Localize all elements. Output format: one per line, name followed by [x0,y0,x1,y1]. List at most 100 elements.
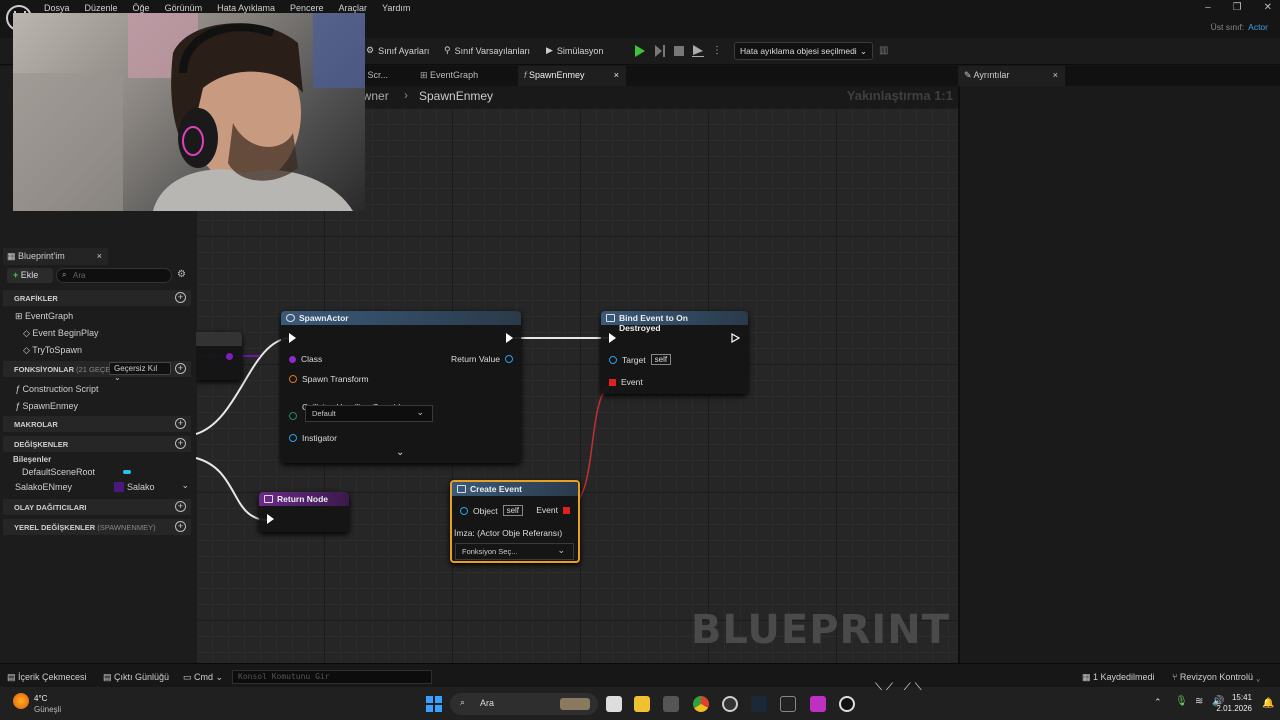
event-pin[interactable]: Event [609,377,643,387]
taskbar-search-label: Ara [480,698,495,708]
variable-salako-enemy[interactable]: SalakoENmey Salako ⌄ [15,480,191,492]
function-select-dropdown[interactable]: Fonksiyon Seç... ⌄ [455,543,574,560]
expand-pins-icon[interactable]: ⌄ [396,447,404,458]
section-graphs[interactable]: GRAFİKLER + [3,290,191,306]
spawn-actor-title: SpawnActor [299,313,349,323]
object-pin[interactable]: Object self [460,505,524,516]
unsaved-button[interactable]: ▦ 1 Kaydedilmedi [1082,672,1155,683]
task-view-icon[interactable] [606,696,622,712]
section-event-dispatchers[interactable]: OLAY DAĞITICILARI + [3,499,191,515]
tab-details[interactable]: ✎ Ayrıntılar × [958,66,1065,86]
spawn-transform-label: Spawn Transform [302,374,369,384]
target-pin[interactable]: Target self [609,354,672,365]
settings-gear-icon[interactable]: ⚙ [177,269,186,280]
chevron-down-icon: ⌄ [557,545,565,555]
create-event-node[interactable]: Create Event Object self Event İmza: (Ac… [450,480,580,563]
function-item-construction[interactable]: ƒ Construction Script [15,384,99,394]
output-log-button[interactable]: ▤ Çıktı Günlüğü [103,672,169,683]
taskbar-clock[interactable]: 15:41 2.01.2026 [1216,692,1252,714]
weather-widget[interactable]: 4°C Güneşli [34,693,61,715]
spawn-transform-pin[interactable]: Spawn Transform [289,374,369,384]
graph-item-try-to-spawn[interactable]: ◇ TryToSpawn [23,345,82,356]
microphone-icon[interactable]: 🎙 [1175,696,1188,707]
event-out-pin[interactable]: Event [536,505,570,515]
tab-my-blueprint[interactable]: ▦ Blueprint'im × [3,248,108,265]
add-macro-icon[interactable]: + [175,418,186,429]
exec-in-pin[interactable] [289,333,296,343]
section-local-variables[interactable]: YEREL DEĞİŞKENLER (SPAWNENMEY) + [3,519,191,535]
chevron-down-icon[interactable]: ⌄ [181,480,189,491]
return-node[interactable]: Return Node [259,492,349,532]
variable-type-swatch [114,482,124,492]
override-dropdown[interactable]: Geçersiz Kıl ⌄ [109,362,171,382]
exec-in-pin[interactable] [609,333,616,343]
chevron-down-icon: ⌄ [1255,672,1261,682]
book-icon: ▦ [7,251,19,261]
epic-games-icon[interactable] [780,696,796,712]
section-variables[interactable]: DEĞİŞKENLER + [3,436,191,452]
bind-event-node[interactable]: Bind Event to On Destroyed Target self E… [601,311,748,394]
taskbar-search[interactable]: ⌕ Ara [450,693,598,715]
unreal-taskbar-icon[interactable] [839,696,855,712]
class-pin[interactable]: Class [289,354,322,364]
close-tab-icon[interactable]: × [1053,70,1058,80]
add-button[interactable]: + Ekle [7,268,53,283]
search-icon: ⌕ [460,697,466,707]
chevron-down-icon: ⌄ [215,672,224,682]
add-function-icon[interactable]: + [175,363,186,374]
add-variable-icon[interactable]: + [175,438,186,449]
add-dispatcher-icon[interactable]: + [175,501,186,512]
exec-wire-return [195,457,269,521]
exec-out-pin[interactable] [731,333,740,343]
app-purple-icon[interactable] [810,696,826,712]
close-tab-icon[interactable]: × [97,251,102,261]
function-select-value: Fonksiyon Seç... [462,547,518,556]
return-value-pin[interactable]: Return Value [451,354,513,364]
weather-sun-icon[interactable] [13,693,29,709]
collision-dropdown[interactable]: Default ⌄ [305,405,433,422]
override-label: Geçersiz Kıl [114,364,158,373]
store-icon[interactable] [663,696,679,712]
add-local-variable-icon[interactable]: + [175,521,186,532]
branch-icon: ⑂ [1172,672,1180,682]
graph-item-event-graph[interactable]: ⊞ EventGraph [15,311,73,322]
graph-item-begin-play[interactable]: ◇ Event BeginPlay [23,328,98,339]
windows-start-icon[interactable] [426,696,442,712]
console-input[interactable]: Konsol Komutunu Gir [232,670,432,684]
offscreen-node-header [196,332,242,346]
revision-control-button[interactable]: ⑂ Revizyon Kontrolü ⌄ [1172,672,1261,682]
section-macros-label: MAKROLAR [14,420,58,429]
section-functions[interactable]: FONKSİYONLAR (21 GEÇERSİ Geçersiz Kıl ⌄ … [3,361,191,382]
exec-in-pin[interactable] [267,514,274,524]
spawn-actor-header: SpawnActor [281,311,521,325]
blueprint-search-input[interactable]: ⌕ Ara [56,268,172,283]
notification-icon[interactable]: 🔔 [1262,698,1274,709]
graph-item-try-to-spawn-label: TryToSpawn [32,345,82,355]
steam-icon[interactable] [751,696,767,712]
function-node-icon [286,314,295,322]
components-header[interactable]: Bileşenler [13,455,51,464]
variable-type-label: Salako [127,482,155,492]
function-item-spawn-enemy[interactable]: ƒ SpawnEnmey [15,401,78,411]
console-placeholder: Konsol Komutunu Gir [238,672,330,681]
app-icon[interactable] [722,696,738,712]
content-drawer-button[interactable]: ▤ İçerik Çekmecesi [7,672,87,683]
chrome-icon[interactable] [693,696,709,712]
offscreen-node[interactable] [196,332,242,380]
file-explorer-icon[interactable] [634,696,650,712]
section-macros[interactable]: MAKROLAR + [3,416,191,432]
tray-chevron-icon[interactable]: ⌃ [1154,697,1162,708]
cmd-dropdown[interactable]: ▭ Cmd ⌄ [183,672,223,683]
exec-out-pin[interactable] [506,333,513,343]
collision-pin-icon [289,412,297,420]
drawer-icon: ▤ [7,672,19,682]
instigator-pin[interactable]: Instigator [289,433,337,443]
wifi-icon[interactable]: ≋ [1195,696,1203,707]
bind-event-header: Bind Event to On Destroyed [601,311,748,333]
add-graph-icon[interactable]: + [175,292,186,303]
signature-text: İmza: (Actor Obje Referansı) [454,528,563,538]
offscreen-node-pin[interactable] [226,353,233,360]
event-label: Event [621,377,643,387]
spawn-actor-node[interactable]: SpawnActor Class Return Value Spawn Tran… [281,311,521,463]
component-default-scene-root[interactable]: DefaultSceneRoot [22,467,131,477]
